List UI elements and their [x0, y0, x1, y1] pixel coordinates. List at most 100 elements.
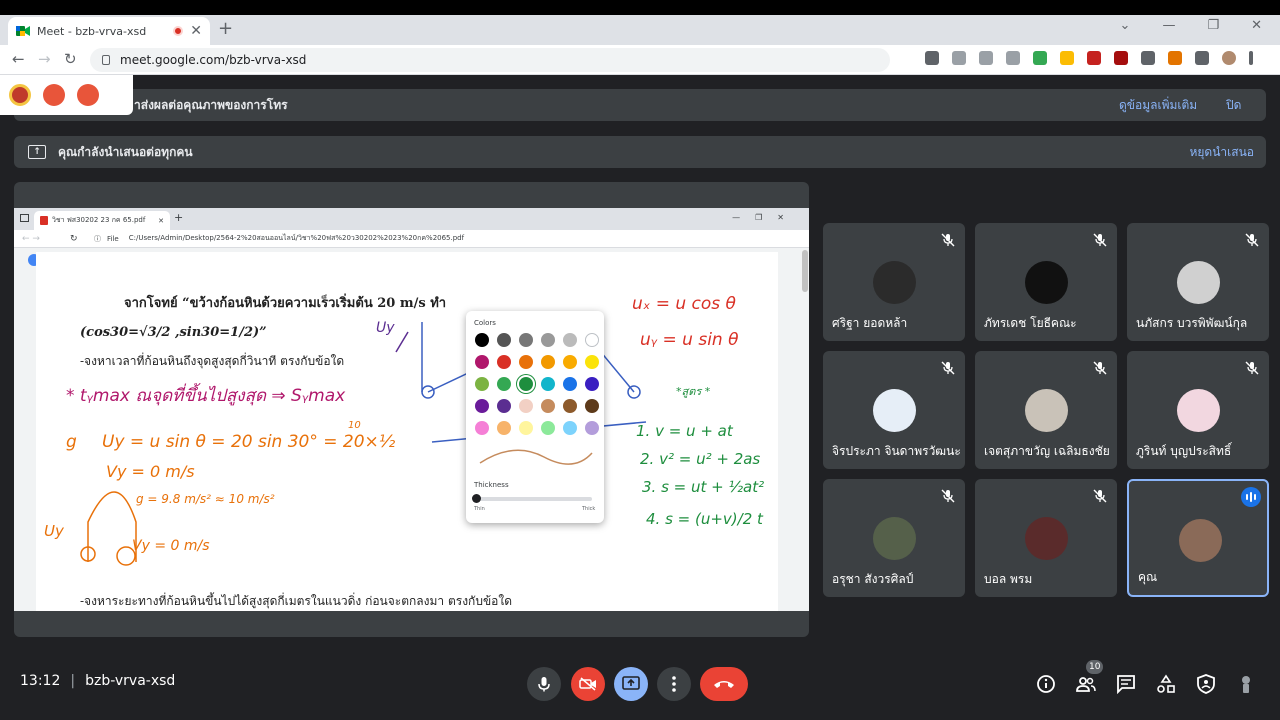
color-swatch[interactable] — [585, 333, 599, 347]
call-quality-banner: าส่งผลต่อคุณภาพของการโทร ดูข้อมูลเพิ่มเต… — [14, 89, 1266, 121]
translate-icon[interactable] — [952, 51, 966, 65]
tab-search-icon[interactable]: ⌄ — [1120, 18, 1131, 33]
extension-4-icon[interactable] — [1114, 51, 1128, 65]
color-swatch[interactable] — [541, 333, 555, 347]
address-bar[interactable]: meet.google.com/bzb-vrva-xsd — [90, 48, 890, 72]
color-swatch[interactable] — [475, 333, 489, 347]
shared-tab-strip: วิชา ฟส30202 23 กค 65.pdf ✕ + —❐✕ — [14, 208, 809, 230]
back-icon[interactable]: ← — [12, 50, 25, 68]
meeting-info-icon[interactable] — [1036, 674, 1056, 694]
shared-new-tab-icon: + — [174, 211, 184, 224]
participant-tile[interactable]: คุณ — [1127, 479, 1269, 597]
color-swatch[interactable] — [497, 377, 511, 391]
color-swatch[interactable] — [497, 355, 511, 369]
color-swatch[interactable] — [541, 421, 555, 435]
extension-star-icon[interactable] — [77, 84, 99, 106]
participant-tile[interactable]: บอล พรม — [975, 479, 1117, 597]
color-swatch[interactable] — [563, 377, 577, 391]
color-swatch[interactable] — [541, 355, 555, 369]
banner-close-button[interactable]: ปิด — [1226, 96, 1241, 115]
present-now-button[interactable] — [614, 667, 648, 701]
camera-button[interactable] — [571, 667, 605, 701]
color-swatch[interactable] — [475, 377, 489, 391]
camera-ext-icon[interactable] — [925, 51, 939, 65]
extension-triangle-icon[interactable] — [43, 84, 65, 106]
people-icon[interactable] — [1076, 674, 1096, 694]
color-swatch[interactable] — [519, 355, 533, 369]
color-swatch[interactable] — [519, 399, 533, 413]
reload-icon[interactable]: ↻ — [64, 50, 77, 68]
annotation-drawings — [80, 321, 647, 566]
color-swatch[interactable] — [541, 377, 555, 391]
share-icon[interactable] — [979, 51, 993, 65]
presentation-stage: วิชา ฟส30202 23 กค 65.pdf ✕ + —❐✕ ← → ↻ … — [14, 182, 809, 637]
extension-3-icon[interactable] — [1087, 51, 1101, 65]
shared-back-icon: ← → — [22, 233, 40, 244]
color-swatch[interactable] — [563, 355, 577, 369]
close-tab-icon[interactable]: ✕ — [190, 23, 202, 39]
color-swatch[interactable] — [497, 399, 511, 413]
extension-1-icon[interactable] — [1033, 51, 1047, 65]
extension-badge-icon[interactable] — [9, 84, 31, 106]
participant-name: จิรประภา จินดาพรวัฒนะ — [832, 444, 961, 458]
color-swatch[interactable] — [585, 421, 599, 435]
pdf-page: จากโจทย์ “ขว้างก้อนหินด้วยความเร็วเริ่มต… — [36, 252, 778, 611]
thin-label: Thin — [474, 506, 485, 512]
color-swatch[interactable] — [519, 377, 533, 391]
maximize-icon[interactable]: ❐ — [1207, 18, 1219, 33]
activities-icon[interactable] — [1156, 674, 1176, 694]
learn-more-link[interactable]: ดูข้อมูลเพิ่มเติม — [1119, 96, 1197, 115]
color-swatch[interactable] — [497, 333, 511, 347]
color-swatch[interactable] — [475, 421, 489, 435]
participant-tile[interactable]: อรุชา สังวรศิลป์ — [823, 479, 965, 597]
participant-name: นภัสกร บวรพิพัฒน์กุล — [1136, 316, 1248, 330]
color-swatch[interactable] — [585, 399, 599, 413]
puzzle-extensions-icon[interactable] — [1195, 51, 1209, 65]
extension-2-icon[interactable] — [1060, 51, 1074, 65]
participant-tile[interactable]: จิรประภา จินดาพรวัฒนะ — [823, 351, 965, 469]
color-swatch[interactable] — [563, 399, 577, 413]
forward-icon[interactable]: → — [38, 50, 51, 68]
minimize-icon[interactable]: — — [1162, 18, 1175, 33]
window-close-icon[interactable]: ✕ — [1251, 18, 1262, 33]
microphone-button[interactable] — [527, 667, 561, 701]
lock-person-icon[interactable] — [1236, 674, 1256, 694]
thickness-slider-knob — [472, 494, 481, 503]
call-quality-message: าส่งผลต่อคุณภาพของการโทร — [134, 97, 288, 112]
more-options-button[interactable] — [657, 667, 691, 701]
participant-name: บอล พรม — [984, 572, 1033, 586]
stop-presenting-button[interactable]: หยุดนำเสนอ — [1189, 143, 1254, 162]
stroke-preview — [479, 449, 593, 465]
menu-kebab-icon[interactable] — [1249, 51, 1253, 65]
color-swatch[interactable] — [519, 421, 533, 435]
thick-label: Thick — [582, 506, 596, 512]
presenting-banner: ↑ คุณกำลังนำเสนอต่อทุกคน หยุดนำเสนอ — [14, 136, 1266, 168]
participant-name: ภัทรเดช โยธีคณะ — [984, 316, 1077, 330]
chat-icon[interactable] — [1116, 674, 1136, 694]
profile-avatar[interactable] — [1222, 51, 1236, 65]
color-swatch[interactable] — [497, 421, 511, 435]
extension-5-icon[interactable] — [1141, 51, 1155, 65]
bookmark-star-icon[interactable] — [1006, 51, 1020, 65]
color-swatch[interactable] — [475, 355, 489, 369]
shared-screen: วิชา ฟส30202 23 กค 65.pdf ✕ + —❐✕ ← → ↻ … — [14, 208, 809, 611]
participant-tile[interactable]: ภัทรเดช โยธีคณะ — [975, 223, 1117, 341]
browser-tab[interactable]: Meet - bzb-vrva-xsd ✕ — [8, 17, 210, 45]
extension-6-icon[interactable] — [1168, 51, 1182, 65]
host-controls-icon[interactable] — [1196, 674, 1216, 694]
participant-tile[interactable]: ศริฐา ยอดหล้า — [823, 223, 965, 341]
color-swatch[interactable] — [541, 399, 555, 413]
color-swatch[interactable] — [563, 421, 577, 435]
participant-tile[interactable]: ภูรินท์ บุญประสิทธิ์ — [1127, 351, 1269, 469]
avatar — [1025, 389, 1068, 432]
participant-tile[interactable]: นภัสกร บวรพิพัฒน์กุล — [1127, 223, 1269, 341]
participant-tile[interactable]: เจตสุภาขวัญ เฉลิมธงชัย — [975, 351, 1117, 469]
color-swatches — [475, 333, 599, 435]
color-swatch[interactable] — [585, 377, 599, 391]
color-swatch[interactable] — [585, 355, 599, 369]
color-swatch[interactable] — [475, 399, 489, 413]
color-swatch[interactable] — [519, 333, 533, 347]
leave-call-button[interactable] — [700, 667, 748, 701]
color-swatch[interactable] — [563, 333, 577, 347]
new-tab-icon[interactable]: + — [218, 18, 233, 39]
